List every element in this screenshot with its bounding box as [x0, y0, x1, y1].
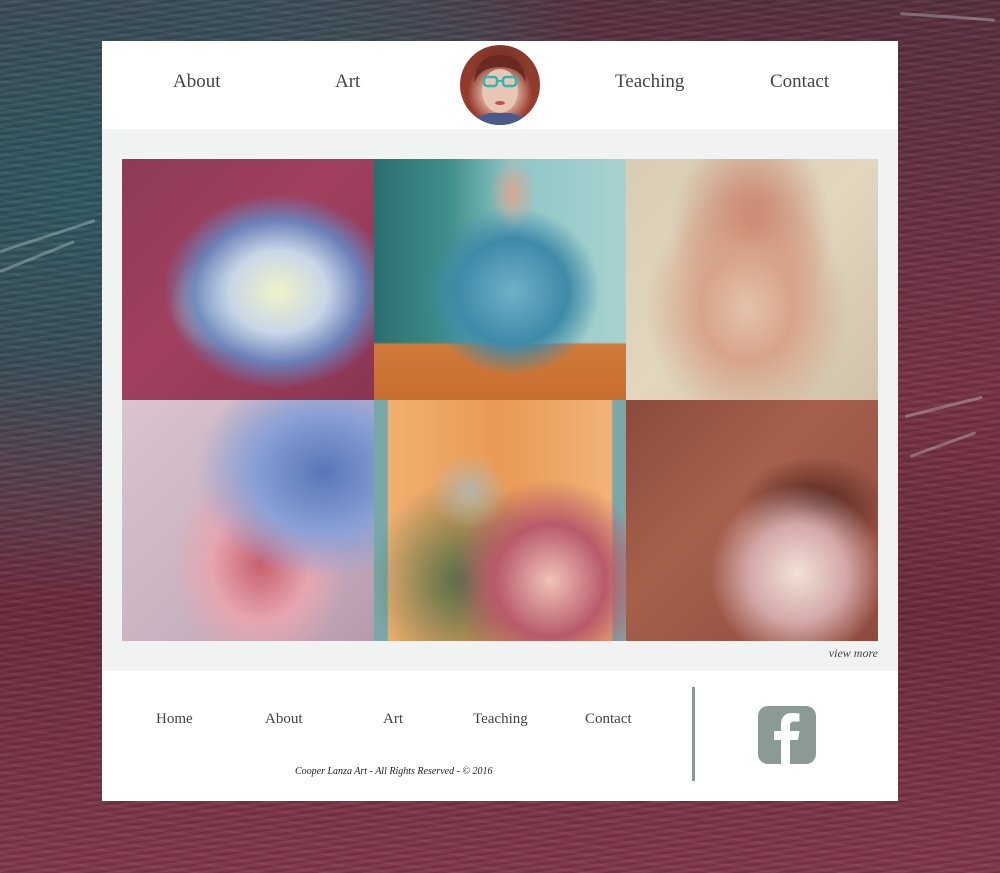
- gallery-tile-hands[interactable]: [122, 159, 374, 400]
- site-header: About Art Teaching Contact: [102, 41, 898, 129]
- facebook-icon: [774, 713, 800, 764]
- background-brush-stroke: [0, 219, 96, 253]
- gallery-tile-headwrap-portrait[interactable]: [122, 400, 374, 641]
- footer-divider: [692, 687, 695, 781]
- gallery-tile-chalk-face[interactable]: [626, 159, 878, 400]
- art-gallery-grid: [122, 159, 878, 641]
- nav-about[interactable]: About: [173, 71, 221, 93]
- footer-nav-about[interactable]: About: [265, 711, 303, 728]
- view-more-link[interactable]: view more: [829, 646, 878, 661]
- footer-nav-teaching[interactable]: Teaching: [473, 711, 528, 728]
- footer-nav-home[interactable]: Home: [156, 711, 193, 728]
- site-footer: Home About Art Teaching Contact Cooper L…: [102, 671, 898, 801]
- artist-portrait-icon: [470, 55, 530, 125]
- background-brush-stroke: [909, 431, 977, 458]
- gallery-tile-mother-child[interactable]: [374, 400, 626, 641]
- nav-contact[interactable]: Contact: [770, 71, 829, 93]
- footer-nav-contact[interactable]: Contact: [585, 711, 632, 728]
- artist-avatar-logo[interactable]: [460, 45, 540, 125]
- background-brush-stroke: [904, 395, 983, 418]
- nav-art[interactable]: Art: [335, 71, 360, 93]
- copyright-text: Cooper Lanza Art - All Rights Reserved -…: [295, 766, 493, 777]
- site-container: About Art Teaching Contact view more Hom…: [102, 41, 898, 801]
- nav-teaching[interactable]: Teaching: [615, 71, 684, 93]
- gallery-tile-woman-blue-sweater[interactable]: [374, 159, 626, 400]
- background-brush-stroke: [899, 12, 995, 22]
- footer-nav-art[interactable]: Art: [383, 711, 403, 728]
- gallery-tile-dark-hair-portrait[interactable]: [626, 400, 878, 641]
- facebook-link[interactable]: [758, 706, 816, 764]
